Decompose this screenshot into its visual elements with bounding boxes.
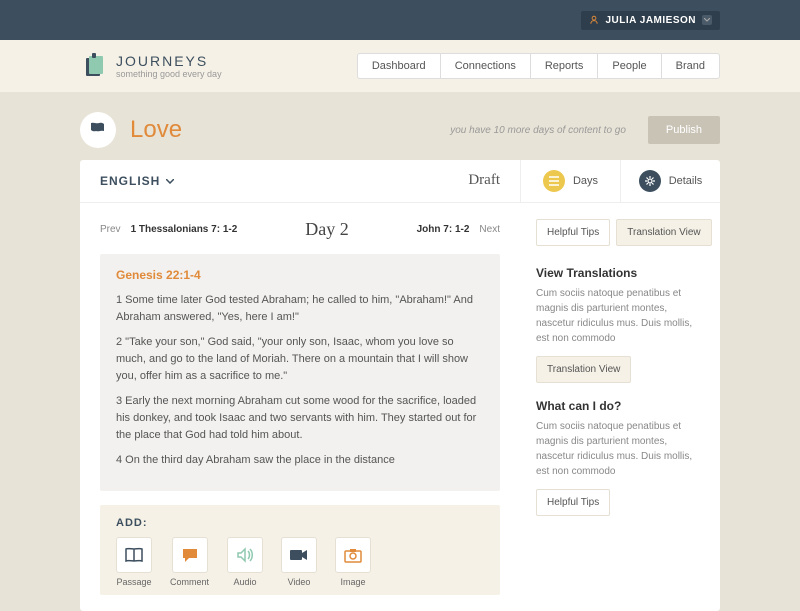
tab-details[interactable]: Details — [620, 160, 720, 202]
user-name: JULIA JAMIESON — [605, 15, 696, 26]
day-navigation: Prev 1 Thessalonians 7: 1-2 Day 2 John 7… — [100, 219, 500, 240]
prev-button[interactable]: Prev — [100, 224, 121, 235]
audio-icon — [236, 547, 254, 563]
publish-button[interactable]: Publish — [648, 116, 720, 144]
nav-brand[interactable]: Brand — [661, 53, 720, 79]
days-icon — [543, 170, 565, 192]
section-title: What can I do? — [536, 399, 704, 413]
nav-reports[interactable]: Reports — [530, 53, 599, 79]
add-image[interactable]: Image — [335, 537, 371, 587]
book-icon — [124, 547, 144, 563]
status-label: Draft — [448, 160, 520, 202]
comment-icon — [181, 547, 199, 563]
tab-days[interactable]: Days — [520, 160, 620, 202]
helpful-tips-button[interactable]: Helpful Tips — [536, 219, 610, 246]
add-section: ADD: Passage Comment Audio — [100, 505, 500, 595]
nav-connections[interactable]: Connections — [440, 53, 531, 79]
chevron-down-icon — [166, 179, 174, 184]
language-label: ENGLISH — [100, 174, 160, 188]
main-content: Prev 1 Thessalonians 7: 1-2 Day 2 John 7… — [80, 203, 520, 611]
brand-tagline: something good every day — [116, 69, 222, 79]
section-title: View Translations — [536, 266, 704, 280]
header: JOURNEYS something good every day Dashbo… — [0, 40, 800, 92]
translation-view-button-2[interactable]: Translation View — [536, 356, 631, 383]
section-body: Cum sociis natoque penatibus et magnis d… — [536, 286, 704, 346]
flag-icon — [89, 121, 107, 139]
user-menu[interactable]: JULIA JAMIESON — [581, 11, 720, 30]
video-icon — [289, 548, 309, 562]
sidebar: Helpful Tips Translation View View Trans… — [520, 203, 720, 611]
helpful-tips-button-2[interactable]: Helpful Tips — [536, 489, 610, 516]
page-icon — [80, 112, 116, 148]
verse-3: 3 Early the next morning Abraham cut som… — [116, 393, 484, 444]
logo[interactable]: JOURNEYS something good every day — [80, 52, 338, 80]
verse-1: 1 Some time later God tested Abraham; he… — [116, 292, 484, 326]
scripture-block: Genesis 22:1-4 1 Some time later God tes… — [100, 254, 500, 491]
translation-view-button[interactable]: Translation View — [616, 219, 711, 246]
add-passage[interactable]: Passage — [116, 537, 152, 587]
scripture-reference: Genesis 22:1-4 — [116, 268, 484, 282]
add-title: ADD: — [116, 517, 484, 529]
next-reference: John 7: 1-2 — [417, 224, 470, 235]
view-translations-section: View Translations Cum sociis natoque pen… — [536, 266, 704, 383]
prev-reference: 1 Thessalonians 7: 1-2 — [131, 224, 238, 235]
page-title: Love — [130, 116, 436, 144]
add-audio[interactable]: Audio — [227, 537, 263, 587]
what-can-i-do-section: What can I do? Cum sociis natoque penati… — [536, 399, 704, 516]
camera-icon — [343, 547, 363, 563]
add-comment[interactable]: Comment — [170, 537, 209, 587]
gear-icon — [639, 170, 661, 192]
chevron-down-icon — [702, 15, 712, 25]
add-video[interactable]: Video — [281, 537, 317, 587]
user-icon — [589, 15, 599, 25]
nav-dashboard[interactable]: Dashboard — [357, 53, 441, 79]
main-nav: Dashboard Connections Reports People Bra… — [358, 53, 720, 79]
content-card: ENGLISH Draft Days Details — [80, 160, 720, 611]
publish-hint: you have 10 more days of content to go — [450, 125, 626, 136]
verse-2: 2 "Take your son," God said, "your only … — [116, 334, 484, 385]
title-row: Love you have 10 more days of content to… — [0, 92, 800, 160]
brand-title: JOURNEYS — [116, 53, 222, 69]
next-button[interactable]: Next — [479, 224, 500, 235]
language-select[interactable]: ENGLISH — [80, 160, 448, 202]
day-title: Day 2 — [305, 219, 349, 240]
section-body: Cum sociis natoque penatibus et magnis d… — [536, 419, 704, 479]
card-header: ENGLISH Draft Days Details — [80, 160, 720, 203]
verse-4: 4 On the third day Abraham saw the place… — [116, 452, 484, 469]
logo-icon — [80, 52, 108, 80]
top-bar: JULIA JAMIESON — [0, 0, 800, 40]
nav-people[interactable]: People — [597, 53, 661, 79]
